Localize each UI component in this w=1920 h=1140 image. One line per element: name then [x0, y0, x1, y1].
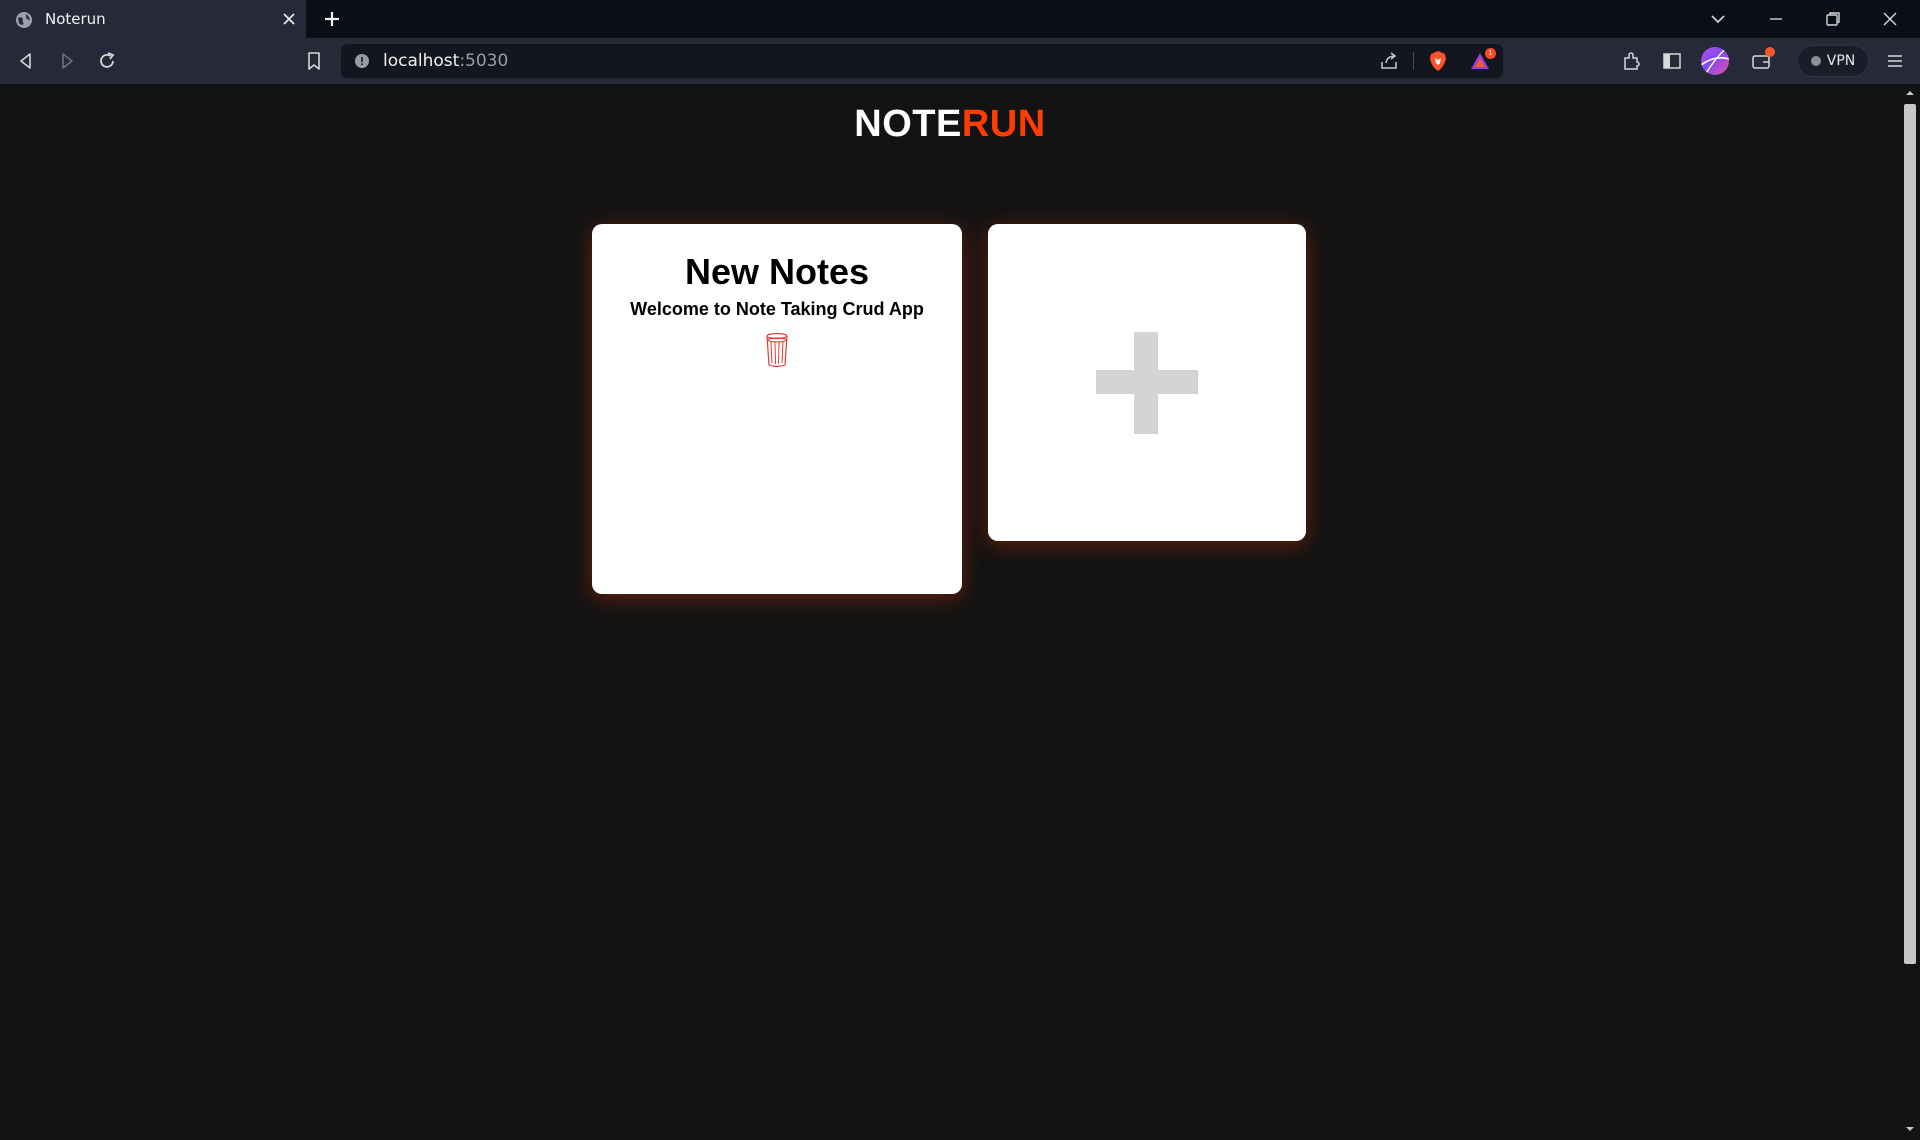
url-host: localhost [383, 51, 460, 71]
vpn-label: VPN [1826, 53, 1856, 69]
url-port: :5030 [459, 51, 509, 71]
plus-icon [1096, 332, 1198, 434]
sidebar-icon[interactable] [1661, 50, 1683, 72]
browser-tab-strip: Noterun [0, 0, 1920, 38]
note-title: New Notes [684, 251, 870, 292]
scroll-thumb[interactable] [1904, 104, 1916, 964]
site-info-icon[interactable] [355, 54, 369, 68]
reload-icon[interactable] [96, 50, 118, 72]
browser-tab[interactable]: Noterun [0, 0, 306, 38]
window-close-icon[interactable] [1880, 9, 1900, 29]
tab-title: Noterun [45, 10, 106, 28]
bookmark-icon[interactable] [303, 50, 325, 72]
profile-avatar[interactable] [1701, 47, 1729, 75]
rewards-badge-count: 1 [1488, 50, 1493, 57]
wallet-notification-dot [1765, 47, 1775, 57]
close-icon[interactable] [281, 11, 297, 27]
address-divider [1413, 52, 1414, 70]
note-card: New Notes Welcome to Note Taking Crud Ap… [592, 224, 962, 594]
back-icon[interactable] [15, 50, 37, 72]
app-logo: NOTERUN [0, 103, 1900, 146]
browser-toolbar: localhost:5030 1 VPN [0, 38, 1920, 84]
logo-part-note: NOTE [854, 103, 962, 145]
vpn-status-icon [1810, 56, 1821, 66]
menu-icon[interactable] [1884, 50, 1906, 72]
vpn-button[interactable]: VPN [1797, 45, 1869, 77]
forward-icon[interactable] [56, 50, 78, 72]
rewards-badge: 1 [1485, 48, 1496, 59]
share-icon[interactable] [1378, 50, 1400, 72]
vertical-scrollbar[interactable] [1900, 84, 1920, 1140]
minimize-icon[interactable] [1766, 9, 1786, 29]
add-note-button[interactable] [988, 224, 1306, 541]
brave-shields-icon[interactable] [1427, 50, 1449, 72]
page-content: NOTERUN New Notes Welcome to Note Taking… [0, 84, 1900, 1140]
address-bar[interactable]: localhost:5030 1 [341, 44, 1503, 78]
chevron-down-icon[interactable] [1708, 9, 1728, 29]
scroll-up-icon[interactable] [1905, 88, 1915, 98]
trash-icon[interactable] [765, 332, 789, 368]
new-tab-icon[interactable] [322, 9, 342, 29]
url-text: localhost:5030 [383, 51, 508, 71]
globe-icon [16, 12, 32, 28]
scroll-down-icon[interactable] [1905, 1124, 1915, 1134]
note-body: Welcome to Note Taking Crud App [630, 299, 924, 319]
extensions-icon[interactable] [1620, 50, 1642, 72]
profile-pattern-icon [1701, 47, 1729, 75]
restore-icon[interactable] [1823, 9, 1843, 29]
logo-part-run: RUN [961, 103, 1046, 145]
